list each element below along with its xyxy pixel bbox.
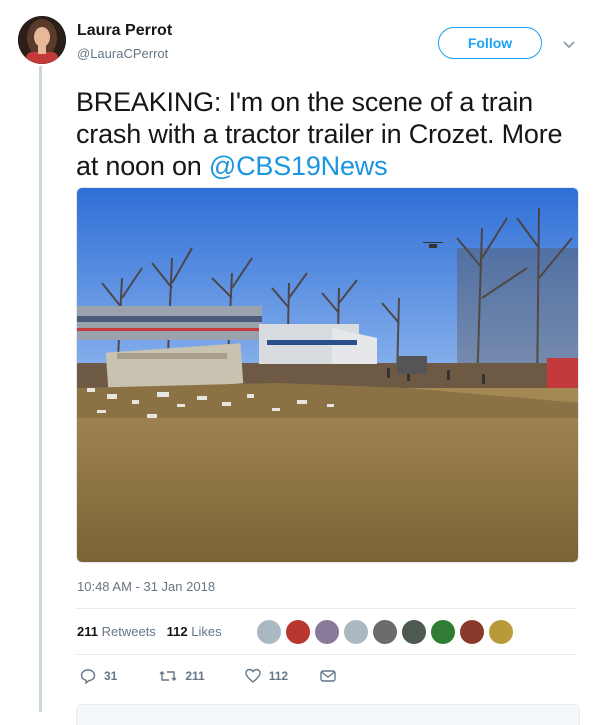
retweet-button[interactable]: 211 — [159, 668, 205, 684]
liker-avatar[interactable] — [459, 619, 485, 645]
reply-box[interactable] — [76, 704, 580, 725]
engagement-stats: 211 Retweets 112 Likes — [77, 624, 222, 639]
retweets-count: 211 — [77, 624, 98, 639]
retweet-count: 211 — [185, 669, 205, 683]
reply-button[interactable]: 31 — [80, 668, 117, 684]
like-button[interactable]: 112 — [245, 668, 288, 684]
liker-avatar[interactable] — [285, 619, 311, 645]
divider — [76, 654, 576, 655]
author-handle[interactable]: @LauraCPerrot — [77, 46, 168, 61]
divider — [76, 608, 576, 609]
direct-message-button[interactable] — [320, 669, 336, 683]
liker-avatar[interactable] — [372, 619, 398, 645]
like-count: 112 — [268, 669, 289, 683]
mention-link[interactable]: @CBS19News — [209, 151, 388, 181]
liker-avatar[interactable] — [488, 619, 514, 645]
tweet-timestamp[interactable]: 10:48 AM - 31 Jan 2018 — [77, 579, 215, 594]
retweets-stat[interactable]: 211 Retweets — [77, 624, 156, 639]
author-name[interactable]: Laura Perrot — [77, 22, 172, 40]
likes-stat[interactable]: 112 Likes — [167, 624, 222, 639]
retweets-label: Retweets — [101, 624, 156, 639]
liker-avatar[interactable] — [343, 619, 369, 645]
reply-icon — [80, 669, 96, 684]
like-icon — [245, 668, 261, 683]
likers-avatars — [256, 619, 514, 645]
likes-count: 112 — [166, 624, 188, 639]
tweet-text: BREAKING: I'm on the scene of a train cr… — [76, 86, 576, 182]
liker-avatar[interactable] — [256, 619, 282, 645]
liker-avatar[interactable] — [314, 619, 340, 645]
tweet-photo[interactable] — [76, 187, 579, 563]
follow-button[interactable]: Follow — [438, 27, 542, 59]
reply-count: 31 — [104, 669, 118, 683]
retweet-icon — [159, 671, 177, 681]
avatar[interactable] — [18, 16, 66, 64]
likes-label: Likes — [191, 624, 222, 639]
liker-avatar[interactable] — [401, 619, 427, 645]
tweet-actions: 31 211 112 — [76, 668, 336, 684]
chevron-down-icon[interactable] — [561, 36, 577, 52]
liker-avatar[interactable] — [430, 619, 456, 645]
message-icon — [320, 670, 336, 682]
thread-line — [39, 66, 42, 712]
